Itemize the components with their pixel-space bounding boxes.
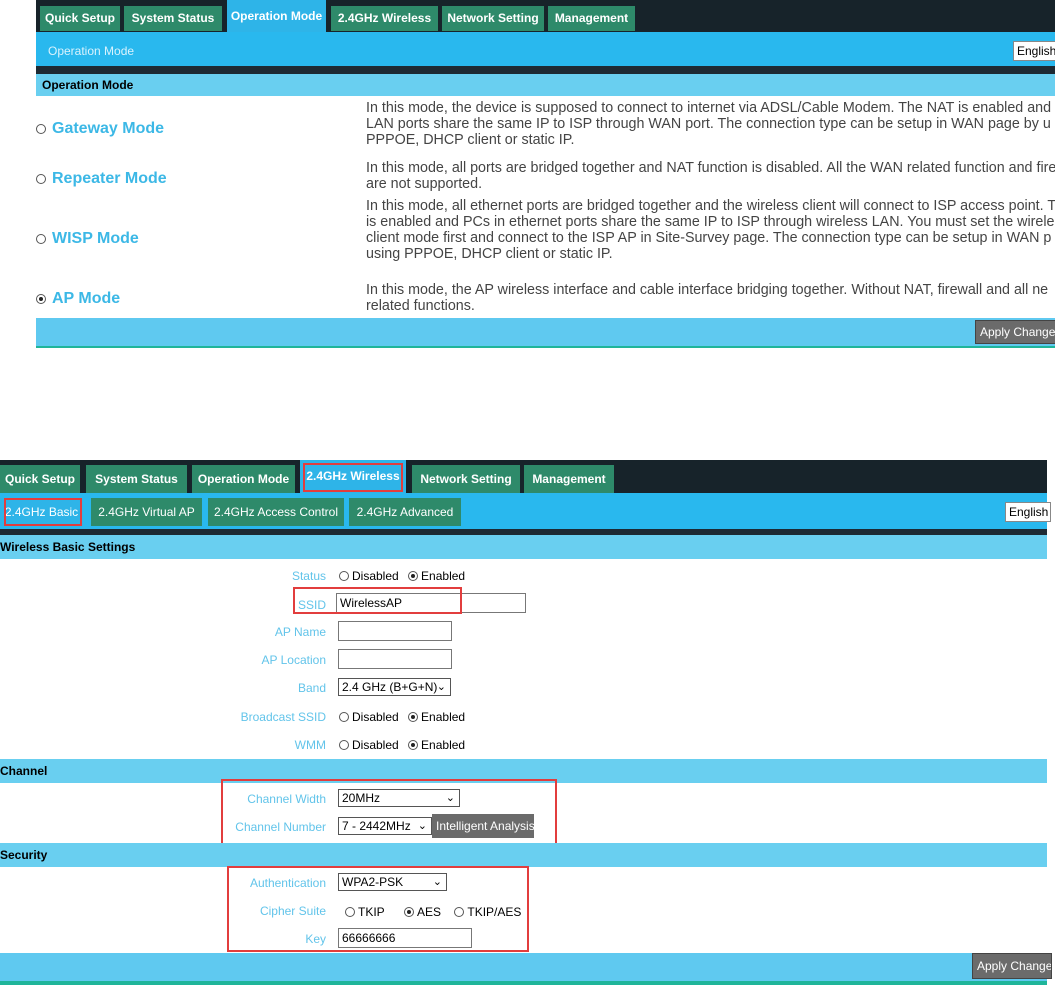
wisp-mode-option[interactable]: WISP Mode (36, 230, 139, 248)
ap-location-label: AP Location (261, 653, 327, 667)
tab-operation-mode[interactable]: Operation Mode (192, 465, 295, 493)
repeater-mode-option[interactable]: Repeater Mode (36, 170, 167, 188)
apply-changes-button[interactable]: Apply Changes (975, 320, 1055, 344)
broadcast-options: Disabled Enabled (339, 709, 471, 724)
highlight-security (227, 866, 529, 952)
bottom-nav-bar: Quick Setup System Status Operation Mode… (0, 460, 1047, 493)
subtab-virtual-ap[interactable]: 2.4GHz Virtual AP (91, 498, 202, 526)
repeater-desc-line: are not supported. (366, 176, 483, 192)
language-select[interactable]: English (1005, 502, 1051, 522)
status-disabled-label: Disabled (352, 568, 399, 583)
bottom-footer-line (0, 981, 1047, 985)
wmm-disabled-radio[interactable] (339, 739, 349, 750)
status-enabled-label: Enabled (421, 568, 466, 583)
gateway-mode-desc: In this mode, the device is supposed to … (366, 100, 1051, 148)
band-select[interactable]: 2.4 GHz (B+G+N) ⌄ (338, 678, 451, 696)
ap-desc-line: related functions. (366, 298, 475, 314)
wmm-options: Disabled Enabled (339, 737, 471, 752)
wmm-disabled-label: Disabled (352, 737, 399, 752)
wisp-desc-line: using PPPOE, DHCP client or static IP. (366, 246, 613, 262)
tab-quick-setup[interactable]: Quick Setup (0, 465, 80, 493)
section-title: Operation Mode (36, 74, 1055, 96)
repeater-mode-radio[interactable] (36, 174, 46, 184)
chevron-down-icon: ⌄ (436, 681, 446, 693)
wisp-mode-radio[interactable] (36, 234, 46, 244)
repeater-desc-line: In this mode, all ports are bridged toge… (366, 160, 1055, 176)
gateway-desc-line: PPPOE, DHCP client or static IP. (366, 132, 575, 148)
status-label: Status (291, 569, 326, 583)
ap-mode-radio[interactable] (36, 294, 46, 304)
top-divider (36, 66, 1055, 74)
ap-mode-option[interactable]: AP Mode (36, 290, 120, 308)
tab-network-setting[interactable]: Network Setting (412, 465, 520, 493)
top-footer-bar (36, 318, 1055, 347)
highlight-wireless-tab (303, 463, 403, 492)
wisp-desc-line: is enabled and PCs in ethernet ports sha… (366, 214, 1055, 230)
page-subtitle: Operation Mode (48, 44, 135, 58)
tab-operation-mode[interactable]: Operation Mode (227, 0, 326, 32)
broadcast-enabled-label: Enabled (421, 709, 466, 724)
bottom-footer-bar (0, 953, 1047, 981)
repeater-mode-desc: In this mode, all ports are bridged toge… (366, 160, 1055, 192)
broadcast-enabled-radio[interactable] (408, 711, 419, 722)
status-enabled-radio[interactable] (408, 570, 419, 581)
ap-location-input[interactable] (338, 649, 452, 669)
tab-system-status[interactable]: System Status (86, 465, 187, 493)
ap-mode-desc: In this mode, the AP wireless interface … (366, 282, 1048, 314)
top-footer-line (36, 346, 1055, 348)
wisp-desc-line: client mode first and connect to the ISP… (366, 230, 1052, 246)
ap-name-label: AP Name (274, 625, 326, 639)
ap-desc-line: In this mode, the AP wireless interface … (366, 282, 1049, 298)
wisp-desc-line: In this mode, all ethernet ports are bri… (366, 198, 1055, 214)
tab-wireless[interactable]: 2.4GHz Wireless (331, 6, 438, 31)
wmm-label: WMM (294, 738, 326, 752)
tab-system-status[interactable]: System Status (124, 6, 222, 31)
wisp-mode-label: WISP Mode (52, 230, 139, 247)
broadcast-ssid-label: Broadcast SSID (240, 710, 326, 724)
gateway-mode-radio[interactable] (36, 124, 46, 134)
repeater-mode-label: Repeater Mode (52, 170, 167, 187)
gateway-desc-line: LAN ports share the same IP to ISP throu… (366, 116, 1051, 132)
tab-quick-setup[interactable]: Quick Setup (40, 6, 120, 31)
wmm-enabled-radio[interactable] (408, 739, 419, 750)
highlight-ssid (293, 587, 462, 614)
gateway-mode-option[interactable]: Gateway Mode (36, 120, 164, 138)
tab-network-setting[interactable]: Network Setting (442, 6, 544, 31)
ap-mode-label: AP Mode (52, 290, 121, 307)
section-basic-title: Wireless Basic Settings (0, 535, 1047, 559)
tab-management[interactable]: Management (524, 465, 614, 493)
broadcast-disabled-radio[interactable] (339, 711, 349, 722)
subtab-access-control[interactable]: 2.4GHz Access Control (208, 498, 344, 526)
gateway-mode-label: Gateway Mode (52, 120, 165, 137)
top-subtitle-bar: Operation Mode English (36, 32, 1055, 66)
broadcast-disabled-label: Disabled (352, 709, 399, 724)
status-options: Disabled Enabled (339, 568, 471, 583)
gateway-desc-line: In this mode, the device is supposed to … (366, 100, 1052, 116)
tab-management[interactable]: Management (548, 6, 635, 31)
band-value: 2.4 GHz (B+G+N) (342, 680, 438, 694)
ap-name-input[interactable] (338, 621, 452, 641)
section-security-title: Security (0, 843, 1047, 867)
status-disabled-radio[interactable] (339, 570, 349, 581)
highlight-basic-tab (4, 498, 82, 526)
apply-changes-button[interactable]: Apply Changes (972, 953, 1052, 979)
subtab-advanced[interactable]: 2.4GHz Advanced (349, 498, 461, 526)
band-label: Band (297, 681, 326, 695)
language-select[interactable]: English (1013, 41, 1055, 61)
wisp-mode-desc: In this mode, all ethernet ports are bri… (366, 198, 1055, 262)
highlight-channel (221, 779, 557, 845)
top-nav-bar: Quick Setup System Status Operation Mode… (36, 0, 1055, 32)
wmm-enabled-label: Enabled (421, 737, 466, 752)
